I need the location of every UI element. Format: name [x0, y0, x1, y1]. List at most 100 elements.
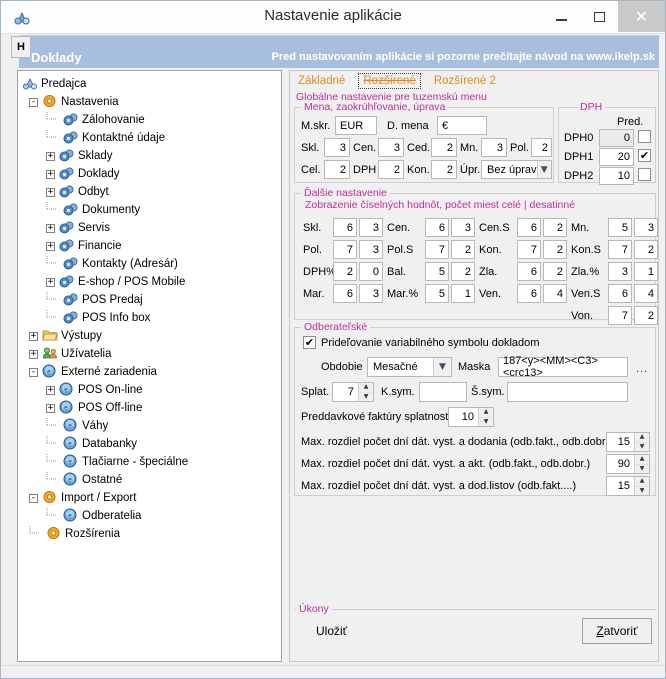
tree-item-ostatn[interactable]: eOstatné [22, 471, 281, 489]
prepay-stepper[interactable]: 10 ▲▼ [448, 407, 494, 427]
stepper-arrows-icon[interactable]: ▲▼ [358, 383, 373, 401]
grid-whole-input[interactable]: 5 [425, 262, 449, 281]
tree-item-roz-renia[interactable]: Rozšírenia [22, 525, 281, 543]
tree-item-odbyt[interactable]: +Odbyt [22, 183, 281, 201]
expand-icon[interactable]: + [46, 386, 55, 395]
grid-decimal-input[interactable]: 2 [451, 262, 475, 281]
grid-decimal-input[interactable]: 4 [543, 284, 567, 303]
stepper-arrows-icon[interactable]: ▲▼ [634, 433, 649, 451]
tree-item-u-vatelia[interactable]: +Užívatelia [22, 345, 281, 363]
tree-item-z-lohovanie[interactable]: Zálohovanie [22, 111, 281, 129]
stepper-arrows-icon[interactable]: ▲▼ [634, 455, 649, 473]
vs-assign-checkbox[interactable]: ✔ [303, 336, 316, 349]
splat-stepper[interactable]: 7 ▲▼ [332, 382, 374, 402]
grid-decimal-input[interactable]: 0 [359, 262, 383, 281]
grid-whole-input[interactable]: 2 [333, 262, 357, 281]
tree-item-kontakty-adres-r[interactable]: Kontakty (Adresár) [22, 255, 281, 273]
dmena-input[interactable]: € [437, 116, 487, 135]
grid-decimal-input[interactable]: 3 [634, 218, 658, 237]
mskr-input[interactable]: EUR [335, 116, 377, 135]
grid-whole-input[interactable]: 7 [517, 240, 541, 259]
minimize-button[interactable] [542, 1, 580, 32]
ced-input[interactable]: 2 [431, 138, 457, 157]
upr-select[interactable]: Bez úprav ▼ [481, 160, 552, 179]
expand-icon[interactable]: + [46, 152, 55, 161]
tree-item-pos-predaj[interactable]: POS Predaj [22, 291, 281, 309]
grid-whole-input[interactable]: 6 [333, 284, 357, 303]
maska-more-button[interactable]: ... [636, 363, 648, 375]
grid-whole-input[interactable]: 6 [425, 218, 449, 237]
tree-item-nastavenia[interactable]: -Nastavenia [22, 93, 281, 111]
dph-input[interactable]: 2 [378, 160, 404, 179]
grid-decimal-input[interactable]: 3 [359, 240, 383, 259]
grid-decimal-input[interactable]: 1 [451, 284, 475, 303]
tree-item-financie[interactable]: +Financie [22, 237, 281, 255]
expand-icon[interactable]: + [46, 278, 55, 287]
close-dialog-button[interactable]: Zatvoriť [582, 618, 652, 644]
tree-item-predajca[interactable]: Predajca [22, 75, 281, 93]
tab-zakladne[interactable]: Základné [294, 74, 349, 88]
grid-whole-input[interactable]: 5 [425, 284, 449, 303]
dph2-input[interactable]: 10 [599, 167, 634, 185]
settings-tree[interactable]: Predajca-NastaveniaZálohovanieKontaktné … [17, 70, 282, 662]
maximize-button[interactable] [580, 1, 618, 32]
tab-bar[interactable]: Základné Rozšírené Rozšírené 2 [294, 73, 506, 89]
grid-whole-input[interactable]: 7 [608, 240, 632, 259]
cel-input[interactable]: 2 [324, 160, 350, 179]
grid-decimal-input[interactable]: 2 [543, 262, 567, 281]
tree-item-pos-off-line[interactable]: +ePOS Off-line [22, 399, 281, 417]
grid-whole-input[interactable]: 6 [517, 218, 541, 237]
grid-decimal-input[interactable]: 2 [634, 240, 658, 259]
max-diff-delivery-stepper[interactable]: 15 ▲▼ [606, 432, 650, 452]
dph0-input[interactable]: 0 [599, 129, 634, 147]
ksym-input[interactable] [419, 382, 467, 402]
close-button[interactable]: ✕ [618, 1, 665, 32]
maska-input[interactable]: 187<y><MM><C3><crc13> [498, 357, 628, 377]
save-link[interactable]: Uložiť [316, 624, 347, 638]
stepper-arrows-icon[interactable]: ▲▼ [634, 477, 649, 495]
tree-item-e-shop-pos-mobile[interactable]: +E-shop / POS Mobile [22, 273, 281, 291]
expand-icon[interactable]: + [46, 224, 55, 233]
collapse-icon[interactable]: - [29, 98, 38, 107]
grid-decimal-input[interactable]: 3 [359, 284, 383, 303]
grid-whole-input[interactable]: 6 [517, 262, 541, 281]
expand-icon[interactable]: + [29, 350, 38, 359]
tab-rozsirene-2[interactable]: Rozšírené 2 [430, 74, 500, 88]
tree-item-pos-info-box[interactable]: POS Info box [22, 309, 281, 327]
grid-whole-input[interactable]: 7 [425, 240, 449, 259]
expand-icon[interactable]: + [46, 188, 55, 197]
grid-whole-input[interactable]: 3 [608, 262, 632, 281]
stepper-arrows-icon[interactable]: ▲▼ [478, 408, 493, 426]
tree-item-kontaktn-daje[interactable]: Kontaktné údaje [22, 129, 281, 147]
max-diff-notes-stepper[interactable]: 15 ▲▼ [606, 476, 650, 496]
grid-decimal-input[interactable]: 2 [543, 240, 567, 259]
max-diff-current-stepper[interactable]: 90 ▲▼ [606, 454, 650, 474]
grid-whole-input[interactable]: 7 [333, 240, 357, 259]
tree-item-v-hy[interactable]: eVáhy [22, 417, 281, 435]
expand-icon[interactable]: + [29, 332, 38, 341]
tree-item-tla-iarne-peci-lne[interactable]: eTlačiarne - špeciálne [22, 453, 281, 471]
cen-input[interactable]: 3 [378, 138, 404, 157]
tree-item-odberatelia[interactable]: eOdberatelia [22, 507, 281, 525]
grid-whole-input[interactable]: 6 [608, 284, 632, 303]
expand-icon[interactable]: + [46, 242, 55, 251]
tab-rozsirene[interactable]: Rozšírené [358, 73, 420, 89]
grid-decimal-input[interactable]: 1 [634, 262, 658, 281]
tree-item-dokumenty[interactable]: Dokumenty [22, 201, 281, 219]
dph1-input[interactable]: 20 [599, 148, 634, 166]
grid-decimal-input[interactable]: 2 [451, 240, 475, 259]
grid-whole-input[interactable]: 6 [333, 218, 357, 237]
tree-item-databanky[interactable]: eDatabanky [22, 435, 281, 453]
help-menu-button[interactable]: H [11, 36, 31, 58]
tree-item-sklady[interactable]: +Sklady [22, 147, 281, 165]
grid-decimal-input[interactable]: 2 [543, 218, 567, 237]
expand-icon[interactable]: + [46, 404, 55, 413]
grid-whole-input[interactable]: 5 [608, 218, 632, 237]
grid-decimal-input[interactable]: 3 [451, 218, 475, 237]
grid-decimal-input[interactable]: 2 [634, 306, 658, 325]
grid-decimal-input[interactable]: 3 [359, 218, 383, 237]
tree-item-v-stupy[interactable]: +Výstupy [22, 327, 281, 345]
expand-icon[interactable]: + [46, 170, 55, 179]
dph2-default-checkbox[interactable] [638, 168, 651, 181]
tree-item-servis[interactable]: +Servis [22, 219, 281, 237]
